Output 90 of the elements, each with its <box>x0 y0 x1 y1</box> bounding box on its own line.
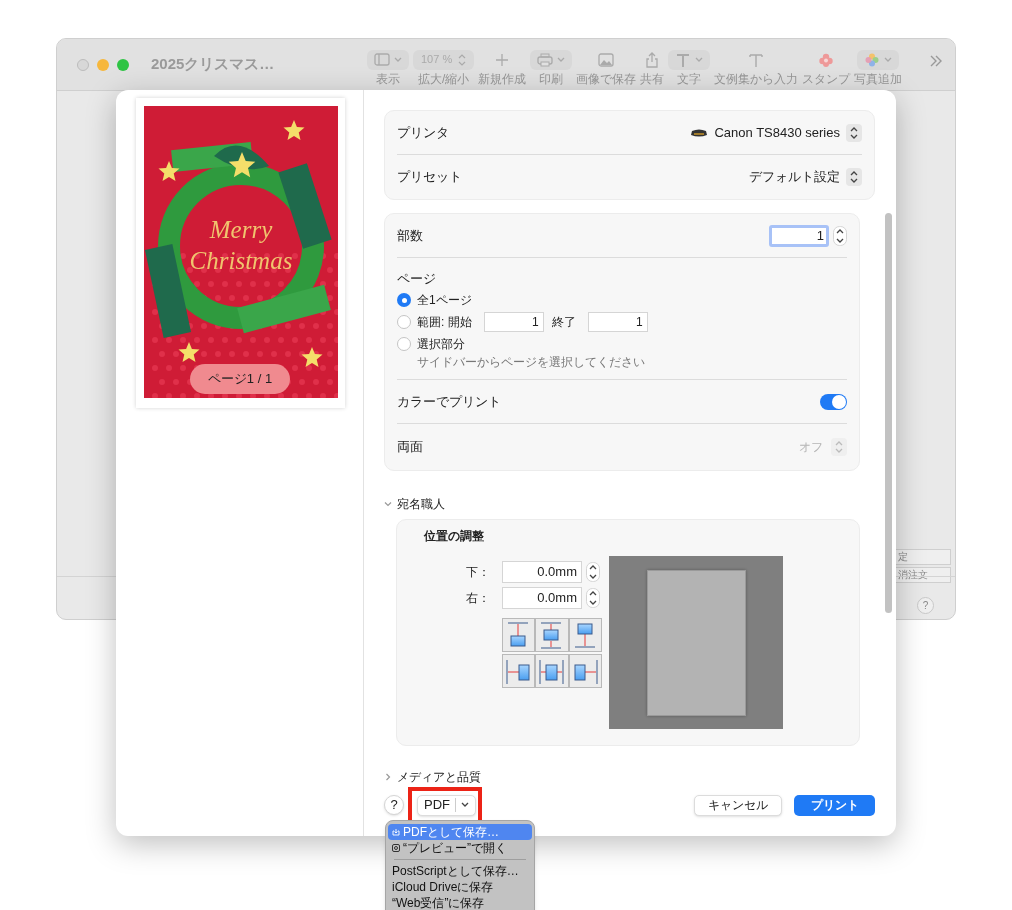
pdf-menu-button[interactable]: PDF <box>417 794 476 816</box>
setting-label: カラーでプリント <box>397 392 501 411</box>
image-icon <box>598 51 615 68</box>
alignment-button[interactable] <box>502 654 536 688</box>
color-toggle[interactable] <box>820 393 847 410</box>
preset-popup[interactable]: デフォルト設定 <box>749 167 840 187</box>
toolbar-label: 共有 <box>640 71 665 86</box>
setting-label: 両面 <box>397 438 423 457</box>
chevron-down-icon <box>461 802 469 808</box>
radio-label: 範囲: 開始 <box>417 314 472 331</box>
zoom-button[interactable] <box>117 58 129 71</box>
chevron-down-icon <box>384 500 392 508</box>
toolbar-menu-button[interactable] <box>668 49 711 70</box>
field-label: 終了 <box>551 314 576 331</box>
photos-icon <box>864 51 881 68</box>
stepper-icon <box>586 562 600 582</box>
toolbar-label: 拡大/縮小 <box>417 71 470 86</box>
toolbar-label: 文例集から入力 <box>714 71 799 86</box>
menu-item[interactable]: PostScriptとして保存… <box>388 863 532 879</box>
disclosure-header[interactable]: メディアと品質 <box>384 767 896 785</box>
toolbar-menu-button[interactable] <box>367 49 409 70</box>
toolbar-menu-button[interactable] <box>530 49 573 70</box>
menu-item[interactable]: “Web受信”に保存 <box>388 895 532 910</box>
offset-field[interactable]: 0.0mm <box>502 587 582 609</box>
toolbar-label: 印刷 <box>539 71 564 86</box>
radio-button[interactable] <box>397 315 411 329</box>
offset-field[interactable]: 0.0mm <box>502 561 582 583</box>
chevron-down-icon <box>394 56 402 63</box>
setting-label: プリセット <box>397 168 462 187</box>
printer-icon <box>690 127 709 138</box>
alignment-button[interactable] <box>535 618 569 652</box>
close-button[interactable] <box>77 58 89 71</box>
toolbar-label: 文字 <box>677 71 702 86</box>
alignment-button[interactable] <box>535 654 569 688</box>
hint-text: サイドバーからページを選択してください <box>416 355 646 370</box>
window-title: 2025クリスマス… <box>151 54 276 75</box>
radio-button[interactable] <box>397 337 411 351</box>
print-button[interactable]: プリント <box>794 794 875 816</box>
help-button[interactable]: ? <box>384 795 404 815</box>
chevron-double-right-icon <box>929 55 943 67</box>
toolbar-label: 表示 <box>376 71 400 86</box>
radio-label: 選択部分 <box>417 336 465 353</box>
popup-chevrons-icon <box>834 439 844 455</box>
chevron-down-icon <box>884 56 893 63</box>
toolbar-label: 新規作成 <box>478 71 527 86</box>
menu-item[interactable]: PDFとして保存… <box>388 824 532 840</box>
setting-label: プリンタ <box>397 123 449 142</box>
minimize-button[interactable] <box>97 58 109 71</box>
chevron-down-icon <box>557 56 566 63</box>
page-number-badge: ページ1 / 1 <box>190 364 290 394</box>
cancel-button[interactable]: キャンセル <box>694 794 782 816</box>
menu-item[interactable]: “プレビュー”で開く <box>388 840 532 856</box>
disclosure-header[interactable]: 宛名職人 <box>384 494 896 514</box>
stepper-icon <box>586 588 600 608</box>
field-label: 下： <box>465 564 490 581</box>
panel-title: 位置の調整 <box>424 528 485 545</box>
radio-label: 全1ページ <box>417 292 472 309</box>
radio-button[interactable] <box>397 293 411 307</box>
share-icon <box>644 51 661 68</box>
download-icon <box>392 828 400 836</box>
alignment-button[interactable] <box>568 654 602 688</box>
chevron-down-icon <box>695 56 704 63</box>
page-thumbnail[interactable]: Merry Christmas ページ1 / 1 <box>136 98 345 408</box>
toolbar-label: 画像で保存 <box>576 71 637 86</box>
setting-label: 部数 <box>397 226 423 245</box>
scrollbar-thumb[interactable] <box>885 213 892 613</box>
sidebar-icon <box>374 51 390 68</box>
toolbar-label: スタンプ <box>802 71 851 86</box>
printer-popup[interactable]: Canon TS8430 series <box>714 122 840 143</box>
stepper-icon <box>833 225 847 246</box>
alignment-button[interactable] <box>568 618 602 652</box>
preview-app-icon <box>392 844 400 852</box>
toolbar-label: 写真追加 <box>854 71 903 86</box>
plus-icon <box>494 51 511 68</box>
text-icon <box>748 51 765 68</box>
flower-icon <box>818 51 835 68</box>
field-label: 右： <box>465 590 490 607</box>
popup-chevrons-icon <box>849 169 859 185</box>
copies-field[interactable]: 1 <box>769 224 829 247</box>
chevron-right-icon <box>384 773 392 781</box>
from-page-field[interactable]: 1 <box>483 312 544 332</box>
printer-icon <box>537 51 554 68</box>
text-icon <box>675 51 692 68</box>
to-page-field[interactable]: 1 <box>587 312 648 332</box>
alignment-button[interactable] <box>502 618 536 652</box>
card-greeting: Merry Christmas <box>188 215 294 276</box>
section-label: ページ <box>397 270 437 288</box>
stepper-icon <box>458 52 467 67</box>
menu-item[interactable]: iCloud Driveに保存 <box>388 879 532 895</box>
toolbar-menu-button[interactable] <box>857 49 900 70</box>
